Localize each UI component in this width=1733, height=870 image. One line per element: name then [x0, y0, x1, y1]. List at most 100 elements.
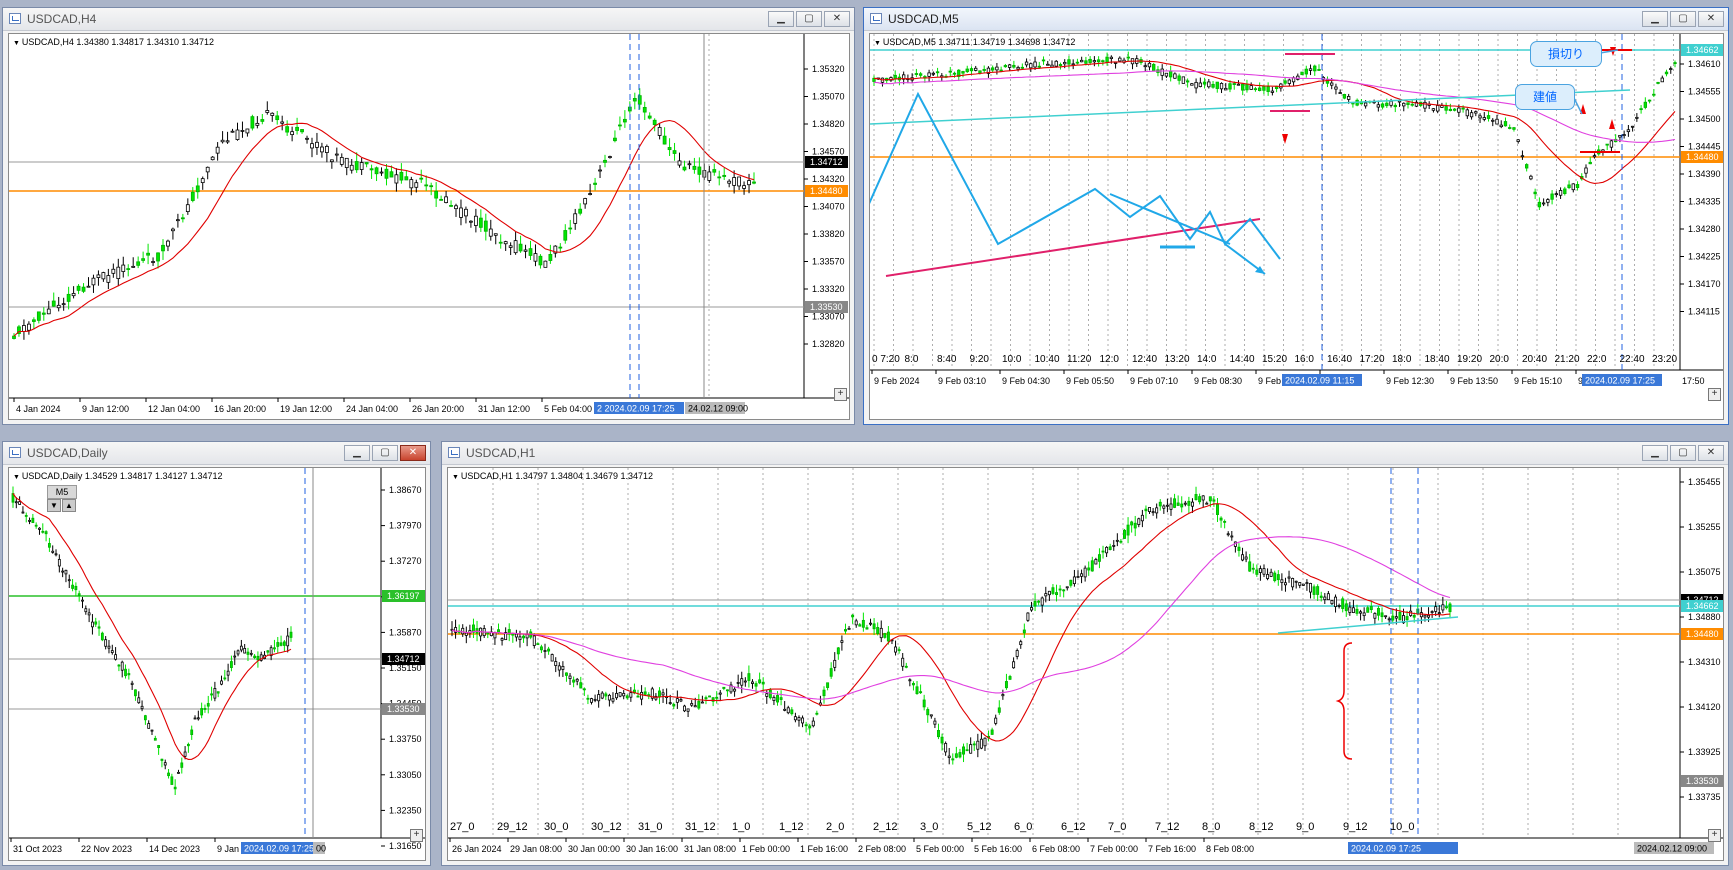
candle-body — [1266, 574, 1270, 579]
window-m5[interactable]: USDCAD,M5 ▁ ▢ ✕ USDCAD,M5 1.34711 1.3471… — [863, 7, 1729, 425]
candle-body — [1075, 61, 1080, 64]
candle-body — [1546, 199, 1550, 203]
candle-body — [539, 646, 543, 651]
maximize-button[interactable]: ▢ — [1670, 11, 1696, 27]
day-label: 7_0 — [1108, 821, 1126, 833]
candle-body — [280, 121, 285, 124]
candle-body — [1105, 56, 1109, 64]
candle-body — [717, 176, 722, 179]
candle-body — [532, 635, 536, 646]
minimize-button[interactable]: ▁ — [768, 11, 794, 27]
candle-body — [1215, 81, 1219, 89]
titlebar-h4[interactable]: USDCAD,H4 ▁ ▢ ✕ — [3, 8, 854, 31]
candle-body — [1088, 58, 1092, 63]
time-highlight-label: 24.02.12 09:00 — [688, 404, 748, 414]
window-daily[interactable]: USDCAD,Daily ▁ ▢ ✕ USDCAD,Daily 1.34529 … — [2, 441, 431, 866]
candle-body — [1643, 101, 1648, 108]
hour-label: 22:40 — [1620, 354, 1645, 365]
day-label: 29_12 — [497, 821, 528, 833]
candle-body — [1385, 102, 1389, 107]
candle-body — [379, 171, 384, 174]
green-level-price: 1.36197 — [387, 591, 420, 601]
zoom-plus-button[interactable]: + — [410, 829, 423, 842]
candle-body — [1143, 65, 1147, 68]
chart-window-icon — [448, 447, 460, 458]
close-button[interactable]: ✕ — [824, 11, 850, 27]
minimize-button[interactable]: ▁ — [344, 445, 370, 461]
scroll-down-arrow-icon[interactable]: ▼ — [47, 499, 61, 512]
candle-body — [1115, 539, 1119, 542]
time-label: 5 Feb 04:00 — [544, 404, 592, 414]
candle-body — [851, 614, 855, 618]
chart-canvas[interactable]: 1.386701.379701.372701.365701.358701.351… — [9, 468, 426, 861]
titlebar-m5[interactable]: USDCAD,M5 ▁ ▢ ✕ — [864, 8, 1728, 31]
candle-body — [736, 682, 740, 684]
time-label: 7 Feb 16:00 — [1148, 844, 1196, 854]
price-label: 1.34115 — [1688, 307, 1720, 317]
candle-body — [1033, 600, 1037, 607]
price-label: 1.34610 — [1688, 59, 1721, 69]
close-button[interactable]: ✕ — [1698, 445, 1724, 461]
candle-body — [1342, 94, 1347, 99]
zoom-plus-button[interactable]: + — [834, 388, 847, 401]
candle-body — [249, 652, 253, 655]
candle-body — [1495, 118, 1499, 125]
chart-area-h4[interactable]: USDCAD,H4 1.34380 1.34817 1.34310 1.3471… — [8, 33, 850, 420]
candle-body — [243, 648, 247, 654]
candle-body — [74, 585, 78, 591]
chart-canvas[interactable]: 1.35455 1.35255 1.35075 1.34880 1.34310 1.341… — [448, 468, 1724, 861]
maximize-button[interactable]: ▢ — [1670, 445, 1696, 461]
candle-body — [611, 698, 615, 702]
chart-canvas[interactable]: 1.35320 1.35070 1.34820 1.34570 1.34320 1.340… — [9, 34, 849, 420]
candle-body — [969, 744, 973, 754]
candle-body — [1427, 614, 1431, 618]
titlebar-h1[interactable]: USDCAD,H1 ▁ ▢ ✕ — [442, 442, 1728, 465]
price-label: 1.33750 — [389, 734, 422, 744]
time-label: 29 Jan 08:00 — [510, 844, 562, 854]
chart-area-m5[interactable]: USDCAD,M5 1.34711 1.34719 1.34698 1.3471… — [869, 33, 1724, 420]
candle-body — [116, 266, 121, 280]
chart-canvas[interactable]: 1.34610 1.34555 1.34500 1.34445 1.34390 1.343… — [870, 34, 1724, 420]
candle-body — [203, 708, 207, 710]
price-label: 1.33570 — [812, 257, 845, 267]
entry-price-callout: 建値 — [1515, 84, 1575, 110]
minimize-button[interactable]: ▁ — [1642, 445, 1668, 461]
zoom-plus-button[interactable]: + — [1708, 829, 1721, 842]
candle-body — [962, 746, 965, 755]
time-end-label: 17:50 — [1682, 376, 1705, 386]
minimize-button[interactable]: ▁ — [1642, 11, 1668, 27]
maximize-button[interactable]: ▢ — [796, 11, 822, 27]
candle-body — [1437, 612, 1441, 615]
candle-body — [1123, 529, 1126, 539]
candle-body — [1287, 79, 1292, 84]
candle-body — [1236, 83, 1241, 86]
candle-body — [54, 553, 58, 556]
scroll-up-arrow-icon[interactable]: ▲ — [62, 499, 76, 512]
candle-body — [847, 627, 851, 630]
maximize-button[interactable]: ▢ — [372, 445, 398, 461]
chart-area-daily[interactable]: USDCAD,Daily 1.34529 1.34817 1.34127 1.3… — [8, 467, 426, 861]
candle-body — [690, 703, 694, 706]
m5-timeframe-button[interactable]: M5 — [47, 485, 77, 499]
window-h4[interactable]: USDCAD,H4 ▁ ▢ ✕ USDCAD,H4 1.34380 1.3481… — [2, 7, 855, 425]
zoom-plus-button[interactable]: + — [1708, 388, 1721, 401]
close-button[interactable]: ✕ — [1698, 11, 1724, 27]
candle-body — [1298, 582, 1302, 586]
window-h1[interactable]: USDCAD,H1 ▁ ▢ ✕ USDCAD,H1 1.34797 1.3480… — [441, 441, 1729, 866]
candle-body — [1389, 100, 1393, 106]
titlebar-daily[interactable]: USDCAD,Daily ▁ ▢ ✕ — [3, 442, 430, 465]
candle-body — [500, 638, 504, 641]
candle-body — [434, 190, 439, 199]
close-button[interactable]: ✕ — [400, 445, 426, 461]
candle-body — [28, 519, 31, 522]
candle-body — [557, 665, 561, 671]
time-highlight-label: 2024.02.09 11:15 — [1285, 376, 1354, 386]
candle-body — [994, 717, 998, 724]
chart-area-h1[interactable]: USDCAD,H1 1.34797 1.34804 1.34679 1.3471… — [447, 467, 1724, 861]
candle-body — [200, 178, 205, 184]
candle-body — [1412, 615, 1416, 618]
candle-body — [1434, 606, 1438, 612]
candle-body — [305, 137, 309, 140]
chart-window-icon — [870, 13, 882, 24]
candle-body — [668, 702, 672, 704]
